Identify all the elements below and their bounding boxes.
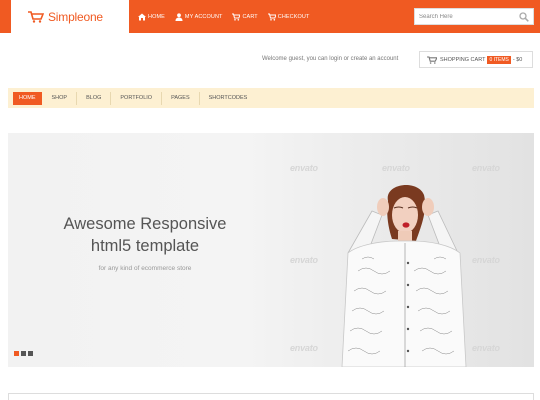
hero-slider[interactable]: envato envato envato envato envato envat… (8, 133, 534, 367)
cart-logo-icon (28, 10, 44, 23)
cart-check-icon (267, 13, 276, 21)
brand-name: Simpleone (48, 9, 103, 24)
slider-pagination (14, 351, 35, 356)
main-nav-portfolio[interactable]: PORTFOLIO (111, 91, 163, 105)
top-bar: Simpleone HOME MY ACCOUNT CART CHECKOUT (0, 0, 540, 33)
main-nav-blog[interactable]: BLOG (77, 91, 112, 105)
cart-icon (232, 13, 241, 21)
top-nav-home[interactable]: HOME (138, 13, 165, 21)
shopping-cart-summary[interactable]: SHOPPING CART 0 ITEMS - $0 (419, 51, 533, 68)
slide-subtitle: for any kind of ecommerce store (98, 265, 192, 272)
slide-title-line2: html5 template (90, 237, 200, 255)
brand-logo[interactable]: Simpleone (11, 0, 129, 33)
top-nav-cart[interactable]: CART (232, 13, 258, 21)
cart-count-badge: 0 ITEMS (487, 55, 511, 64)
content-box-top (8, 393, 534, 400)
main-nav-shop[interactable]: SHOP (43, 91, 78, 105)
cart-icon (427, 55, 437, 64)
home-icon (138, 13, 146, 20)
watermark-text: envato (472, 163, 500, 173)
top-nav-home-label: HOME (148, 13, 165, 20)
main-nav-home[interactable]: HOME (13, 91, 42, 105)
slider-dot-2[interactable] (21, 351, 26, 356)
main-nav-pages[interactable]: PAGES (162, 91, 200, 105)
top-nav-cart-label: CART (242, 13, 258, 20)
watermark-text: envato (382, 163, 410, 173)
search-box (414, 8, 534, 25)
slide-title: Awesome Responsive html5 template (8, 213, 282, 257)
welcome-message[interactable]: Welcome guest, you can login or create a… (262, 56, 398, 62)
top-nav-checkout[interactable]: CHECKOUT (267, 13, 310, 21)
cart-total: - $0 (512, 56, 523, 63)
slider-dot-3[interactable] (28, 351, 33, 356)
top-nav-my-account[interactable]: MY ACCOUNT (175, 12, 223, 21)
hero-model-image (341, 184, 467, 367)
user-icon (175, 12, 183, 21)
search-icon[interactable] (519, 12, 529, 22)
top-nav-my-account-label: MY ACCOUNT (184, 13, 223, 20)
watermark-text: envato (290, 163, 318, 173)
main-nav: HOME SHOP BLOG PORTFOLIO PAGES SHORTCODE… (8, 88, 534, 108)
cart-label: SHOPPING CART (440, 56, 486, 63)
slide-title-line1: Awesome Responsive (63, 215, 227, 233)
search-input[interactable] (419, 13, 519, 20)
slider-dot-1[interactable] (14, 351, 19, 356)
main-nav-shortcodes[interactable]: SHORTCODES (200, 92, 257, 105)
top-nav: HOME MY ACCOUNT CART CHECKOUT (138, 0, 319, 33)
top-nav-checkout-label: CHECKOUT (277, 13, 310, 20)
